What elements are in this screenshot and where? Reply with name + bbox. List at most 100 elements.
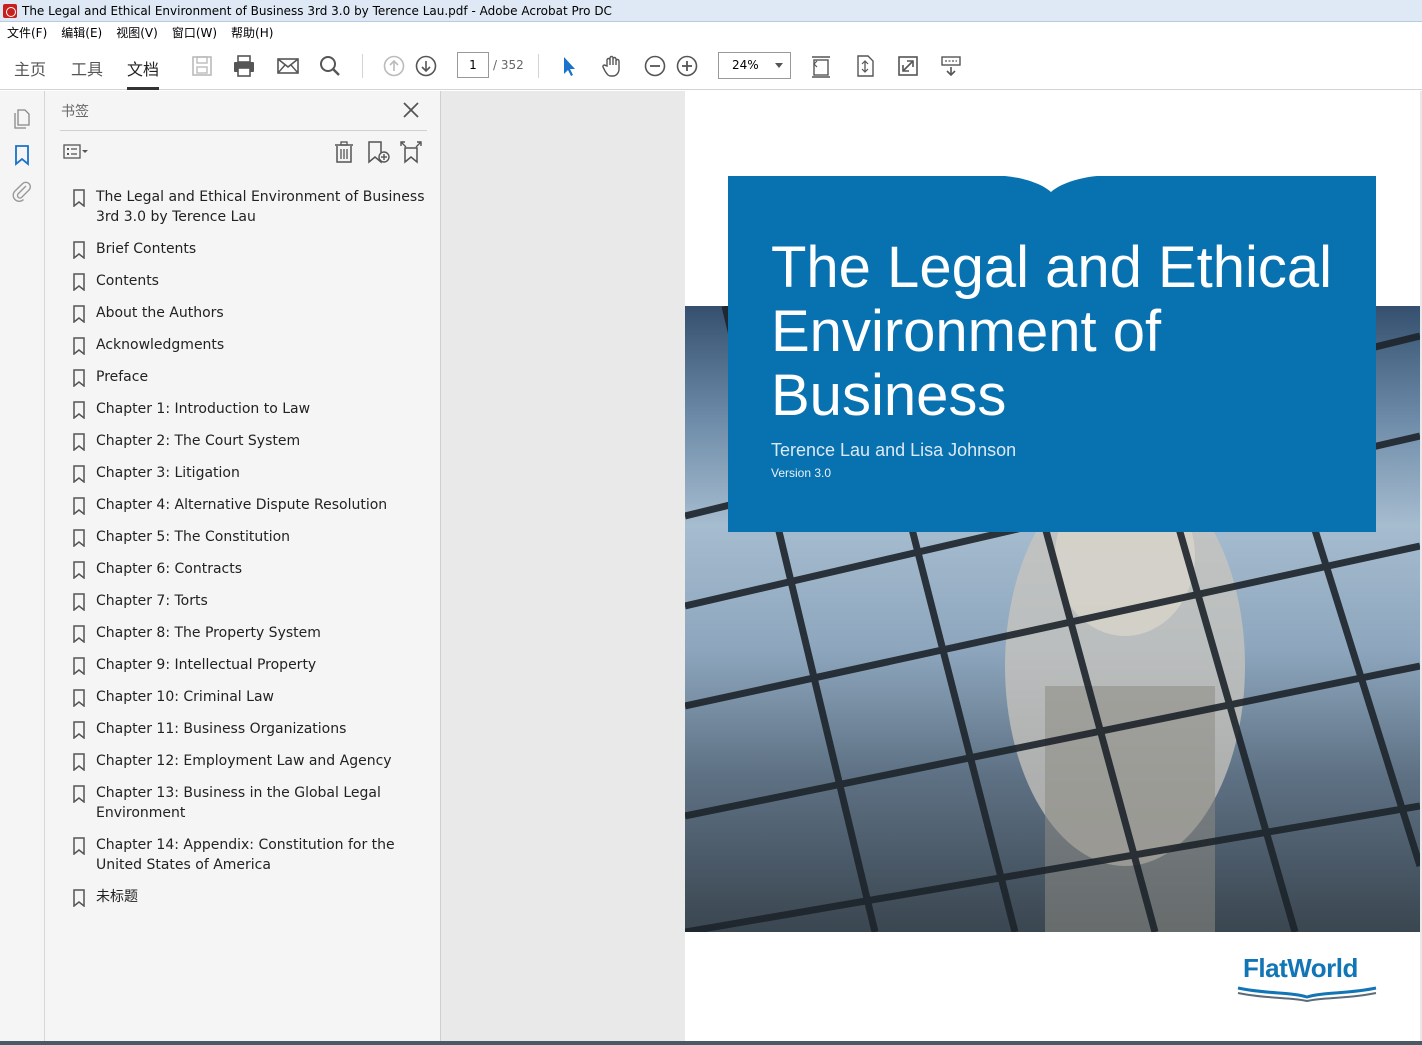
bookmark-icon [72, 465, 86, 484]
bookmark-item[interactable]: Preface [72, 367, 432, 388]
bookmark-item[interactable]: Chapter 12: Employment Law and Agency [72, 751, 432, 772]
bookmark-item[interactable]: The Legal and Ethical Environment of Bus… [72, 187, 432, 227]
delete-bookmark-icon[interactable] [331, 139, 357, 165]
bookmark-label: Chapter 12: Employment Law and Agency [96, 753, 392, 769]
new-bookmark-icon[interactable] [365, 139, 391, 165]
navigation-rail [0, 91, 45, 1041]
bookmark-list: The Legal and Ethical Environment of Bus… [72, 187, 432, 919]
bookmark-icon [72, 593, 86, 612]
bookmark-item[interactable]: Chapter 2: The Court System [72, 431, 432, 452]
bookmark-item[interactable]: Chapter 5: The Constitution [72, 527, 432, 548]
bookmark-label: Chapter 5: The Constitution [96, 529, 291, 545]
bookmark-icon [72, 401, 86, 420]
toolbar-divider [362, 54, 363, 78]
window-title: The Legal and Ethical Environment of Bus… [22, 3, 612, 18]
bookmark-item[interactable]: Chapter 10: Criminal Law [72, 687, 432, 708]
bookmark-item[interactable]: Chapter 8: The Property System [72, 623, 432, 644]
page-number-input[interactable]: 1 [457, 52, 489, 78]
zoom-in-icon[interactable] [674, 53, 700, 79]
bookmark-icon [72, 785, 86, 804]
menu-help[interactable]: 帮助(H) [224, 24, 280, 41]
bookmark-icon [72, 497, 86, 516]
bookmark-icon [72, 721, 86, 740]
document-viewport[interactable]: The Legal and Ethical Environment of Bus… [441, 91, 1422, 1041]
menu-file[interactable]: 文件(F) [0, 24, 54, 41]
bookmark-icon [72, 273, 86, 292]
attachments-icon[interactable] [10, 179, 34, 203]
bookmark-item[interactable]: Brief Contents [72, 239, 432, 260]
menu-edit[interactable]: 编辑(E) [54, 24, 109, 41]
main-toolbar: 主页 工具 文档 [0, 42, 1422, 90]
bookmark-icon [72, 657, 86, 676]
scroll-mode-icon[interactable] [938, 53, 964, 79]
bookmark-icon [72, 561, 86, 580]
bookmark-icon [72, 889, 86, 908]
bookmark-item[interactable]: Chapter 14: Appendix: Constitution for t… [72, 835, 432, 875]
bookmarks-panel: 书签 The Legal and Ethical Environment of … [45, 91, 441, 1041]
bookmark-item[interactable]: Chapter 9: Intellectual Property [72, 655, 432, 676]
options-menu-icon[interactable] [62, 139, 88, 165]
title-bar: The Legal and Ethical Environment of Bus… [0, 0, 1422, 22]
bookmark-item[interactable]: Chapter 6: Contracts [72, 559, 432, 580]
tab-document[interactable]: 文档 [127, 56, 160, 90]
bookmark-item[interactable]: Chapter 7: Torts [72, 591, 432, 612]
cover-authors: Terence Lau and Lisa Johnson [771, 440, 1017, 460]
bookmark-label: Chapter 3: Litigation [96, 465, 240, 481]
bookmark-label: Chapter 4: Alternative Dispute Resolutio… [96, 497, 388, 513]
publisher-logo: FlatWorld [1243, 953, 1358, 983]
next-page-icon[interactable] [413, 53, 439, 79]
bookmark-label: Chapter 13: Business in the Global Legal… [96, 785, 381, 821]
book-notch-shape [1005, 176, 1097, 196]
bookmark-item[interactable]: Chapter 4: Alternative Dispute Resolutio… [72, 495, 432, 516]
bookmark-label: Chapter 7: Torts [96, 593, 208, 609]
bookmark-item[interactable]: Chapter 13: Business in the Global Legal… [72, 783, 432, 823]
panel-title: 书签 [61, 104, 89, 120]
bookmark-item[interactable]: 未标题 [72, 887, 432, 908]
bookmark-icon [72, 305, 86, 324]
zoom-out-icon[interactable] [642, 53, 668, 79]
full-screen-icon[interactable] [895, 53, 921, 79]
save-icon[interactable] [189, 53, 215, 79]
expand-bookmark-icon[interactable] [398, 139, 424, 165]
page-thumbnails-icon[interactable] [10, 107, 34, 131]
fit-width-icon[interactable] [808, 53, 834, 79]
page-total: / 352 [493, 58, 524, 72]
bookmark-label: Chapter 11: Business Organizations [96, 721, 347, 737]
bookmark-label: Chapter 8: The Property System [96, 625, 321, 641]
menu-bar: 文件(F) 编辑(E) 视图(V) 窗口(W) 帮助(H) [0, 22, 1422, 42]
toolbar-divider [538, 54, 539, 78]
email-icon[interactable] [275, 53, 301, 79]
bookmark-icon [72, 189, 86, 208]
bookmark-item[interactable]: Chapter 3: Litigation [72, 463, 432, 484]
bookmark-icon [72, 625, 86, 644]
zoom-select[interactable]: 24% [718, 52, 791, 79]
fit-page-icon[interactable] [852, 53, 878, 79]
acrobat-app-icon [3, 3, 17, 18]
bookmark-item[interactable]: Acknowledgments [72, 335, 432, 356]
tab-tools[interactable]: 工具 [71, 56, 103, 90]
bookmark-icon [72, 689, 86, 708]
print-icon[interactable] [231, 53, 257, 79]
previous-page-icon[interactable] [381, 53, 407, 79]
pdf-page: The Legal and Ethical Environment of Bus… [685, 91, 1420, 1041]
chevron-down-icon [775, 63, 783, 68]
menu-view[interactable]: 视图(V) [109, 24, 165, 41]
bookmark-item[interactable]: Chapter 11: Business Organizations [72, 719, 432, 740]
search-icon[interactable] [317, 53, 343, 79]
tab-home[interactable]: 主页 [14, 56, 46, 90]
bookmark-icon [72, 369, 86, 388]
bookmark-item[interactable]: Contents [72, 271, 432, 292]
bookmarks-panel-icon[interactable] [10, 143, 34, 167]
hand-tool-icon[interactable] [599, 53, 625, 79]
close-icon[interactable] [400, 99, 422, 121]
cover-title: The Legal and Ethical Environment of Bus… [771, 235, 1333, 428]
bookmark-icon [72, 529, 86, 548]
select-cursor-icon[interactable] [556, 53, 582, 79]
bookmark-label: About the Authors [96, 305, 224, 321]
menu-window[interactable]: 窗口(W) [165, 24, 224, 41]
cover-version: Version 3.0 [771, 466, 832, 480]
bookmark-label: Chapter 6: Contracts [96, 561, 243, 577]
bookmark-item[interactable]: About the Authors [72, 303, 432, 324]
bookmark-item[interactable]: Chapter 1: Introduction to Law [72, 399, 432, 420]
bookmark-label: Chapter 9: Intellectual Property [96, 657, 317, 673]
